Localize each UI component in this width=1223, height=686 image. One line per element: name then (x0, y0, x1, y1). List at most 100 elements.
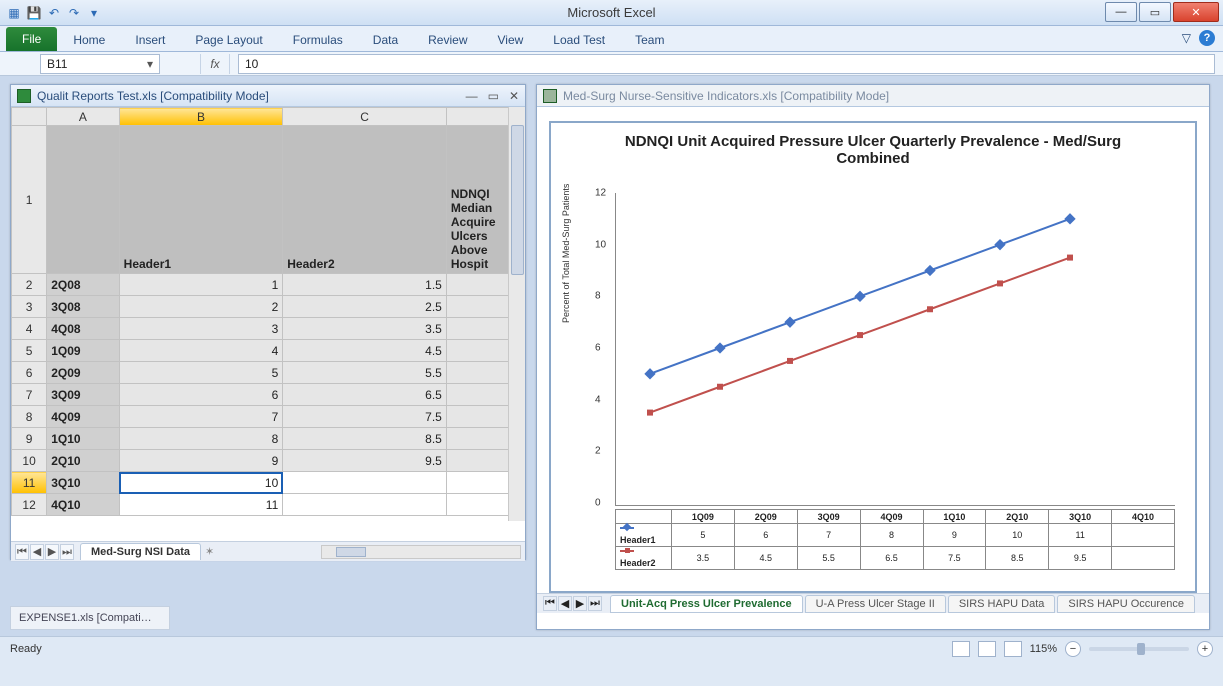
cell[interactable]: 3Q10 (47, 472, 119, 494)
tab-formulas[interactable]: Formulas (279, 29, 357, 51)
cell[interactable]: 8.5 (283, 428, 447, 450)
cell[interactable] (446, 406, 508, 428)
col-header-b[interactable]: B (119, 108, 283, 126)
cell[interactable] (446, 384, 508, 406)
cell[interactable]: 4Q08 (47, 318, 119, 340)
workbook-titlebar-right[interactable]: Med-Surg Nurse-Sensitive Indicators.xls … (537, 85, 1209, 107)
view-normal-icon[interactable] (952, 641, 970, 657)
cell[interactable]: 8 (119, 428, 283, 450)
row-header[interactable]: 2 (12, 274, 47, 296)
tab-nav-first-icon[interactable]: ⏮ (15, 544, 29, 560)
cell[interactable]: 5 (119, 362, 283, 384)
sheet-tab[interactable]: SIRS HAPU Data (948, 595, 1056, 613)
zoom-slider[interactable] (1089, 647, 1189, 651)
wb-maximize-icon[interactable]: ▭ (488, 89, 499, 103)
cell[interactable]: 3 (119, 318, 283, 340)
help-icon[interactable]: ? (1199, 30, 1215, 46)
cell[interactable]: 9.5 (283, 450, 447, 472)
zoom-out-button[interactable]: − (1065, 641, 1081, 657)
row-header[interactable]: 11 (12, 472, 47, 494)
horizontal-scrollbar[interactable] (321, 545, 521, 559)
row-header[interactable]: 4 (12, 318, 47, 340)
cell[interactable]: 11 (119, 494, 283, 516)
sheet-tab[interactable]: Unit-Acq Press Ulcer Prevalence (610, 595, 803, 613)
save-icon[interactable]: 💾 (26, 5, 42, 21)
cell[interactable]: 2 (119, 296, 283, 318)
zoom-in-button[interactable]: + (1197, 641, 1213, 657)
tab-nav-prev-icon[interactable]: ◀ (558, 596, 572, 611)
ribbon-minimize-icon[interactable]: ▽ (1182, 31, 1191, 45)
row-header[interactable]: 7 (12, 384, 47, 406)
formula-bar[interactable]: 10 (238, 54, 1215, 74)
workbook-titlebar-left[interactable]: Qualit Reports Test.xls [Compatibility M… (11, 85, 525, 107)
row-header[interactable]: 3 (12, 296, 47, 318)
tab-nav-last-icon[interactable]: ⏭ (588, 596, 602, 611)
name-box[interactable]: B11 ▾ (40, 54, 160, 74)
chart-area[interactable]: NDNQI Unit Acquired Pressure Ulcer Quart… (537, 107, 1209, 593)
row-header[interactable]: 8 (12, 406, 47, 428)
sheet-tab[interactable]: SIRS HAPU Occurence (1057, 595, 1195, 613)
row-header-1[interactable]: 1 (12, 126, 47, 274)
select-all-cell[interactable] (12, 108, 47, 126)
col-header-d[interactable] (446, 108, 508, 126)
cell[interactable]: 6.5 (283, 384, 447, 406)
row-header[interactable]: 12 (12, 494, 47, 516)
tab-review[interactable]: Review (414, 29, 481, 51)
cell[interactable]: 7.5 (283, 406, 447, 428)
cell[interactable]: 10 (119, 472, 283, 494)
close-button[interactable]: ✕ (1173, 2, 1219, 22)
cell[interactable]: 4Q10 (47, 494, 119, 516)
tab-load-test[interactable]: Load Test (539, 29, 619, 51)
cell[interactable]: 4 (119, 340, 283, 362)
file-tab[interactable]: File (6, 27, 57, 51)
sheet-tab[interactable]: U-A Press Ulcer Stage II (805, 595, 946, 613)
cell-c1[interactable]: Header2 (283, 126, 447, 274)
tab-nav-prev-icon[interactable]: ◀ (30, 544, 44, 560)
cell[interactable]: 9 (119, 450, 283, 472)
fx-label[interactable]: fx (200, 54, 230, 74)
row-header[interactable]: 6 (12, 362, 47, 384)
cell[interactable] (446, 494, 508, 516)
cell-b1[interactable]: Header1 (119, 126, 283, 274)
chart-object[interactable]: NDNQI Unit Acquired Pressure Ulcer Quart… (549, 121, 1197, 593)
cell[interactable] (446, 472, 508, 494)
tab-team[interactable]: Team (621, 29, 678, 51)
cell[interactable]: 3Q08 (47, 296, 119, 318)
cell-d1[interactable]: NDNQI Median Acquire Ulcers Above Hospit (446, 126, 508, 274)
cell[interactable]: 6 (119, 384, 283, 406)
cell[interactable] (446, 274, 508, 296)
row-header[interactable]: 9 (12, 428, 47, 450)
cell[interactable] (446, 318, 508, 340)
tab-page-layout[interactable]: Page Layout (181, 29, 276, 51)
cell[interactable]: 1 (119, 274, 283, 296)
view-page-break-icon[interactable] (1004, 641, 1022, 657)
cell-a1[interactable] (47, 126, 119, 274)
tab-home[interactable]: Home (59, 29, 119, 51)
cell[interactable] (446, 340, 508, 362)
scroll-thumb[interactable] (511, 125, 524, 275)
cell[interactable]: 1.5 (283, 274, 447, 296)
cell[interactable]: 7 (119, 406, 283, 428)
new-sheet-icon[interactable]: ✶ (205, 545, 214, 558)
tab-nav-next-icon[interactable]: ▶ (45, 544, 59, 560)
cell[interactable]: 3.5 (283, 318, 447, 340)
view-page-layout-icon[interactable] (978, 641, 996, 657)
redo-icon[interactable]: ↷ (66, 5, 82, 21)
cell[interactable]: 2Q08 (47, 274, 119, 296)
cell[interactable] (446, 296, 508, 318)
undo-icon[interactable]: ↶ (46, 5, 62, 21)
cell[interactable] (283, 472, 447, 494)
tab-nav-next-icon[interactable]: ▶ (573, 596, 587, 611)
vertical-scrollbar[interactable] (508, 107, 525, 521)
name-box-dropdown-icon[interactable]: ▾ (147, 57, 153, 71)
maximize-button[interactable]: ▭ (1139, 2, 1171, 22)
row-header[interactable]: 5 (12, 340, 47, 362)
cell[interactable]: 2Q09 (47, 362, 119, 384)
cell[interactable]: 4Q09 (47, 406, 119, 428)
hscroll-thumb[interactable] (336, 547, 366, 557)
col-header-c[interactable]: C (283, 108, 447, 126)
cell[interactable] (283, 494, 447, 516)
minimized-workbook-tab[interactable]: EXPENSE1.xls [Compati… (10, 606, 170, 630)
cell[interactable]: 4.5 (283, 340, 447, 362)
worksheet-grid[interactable]: A B C 1 Header1 Header2 NDNQI Median Acq… (11, 107, 525, 541)
